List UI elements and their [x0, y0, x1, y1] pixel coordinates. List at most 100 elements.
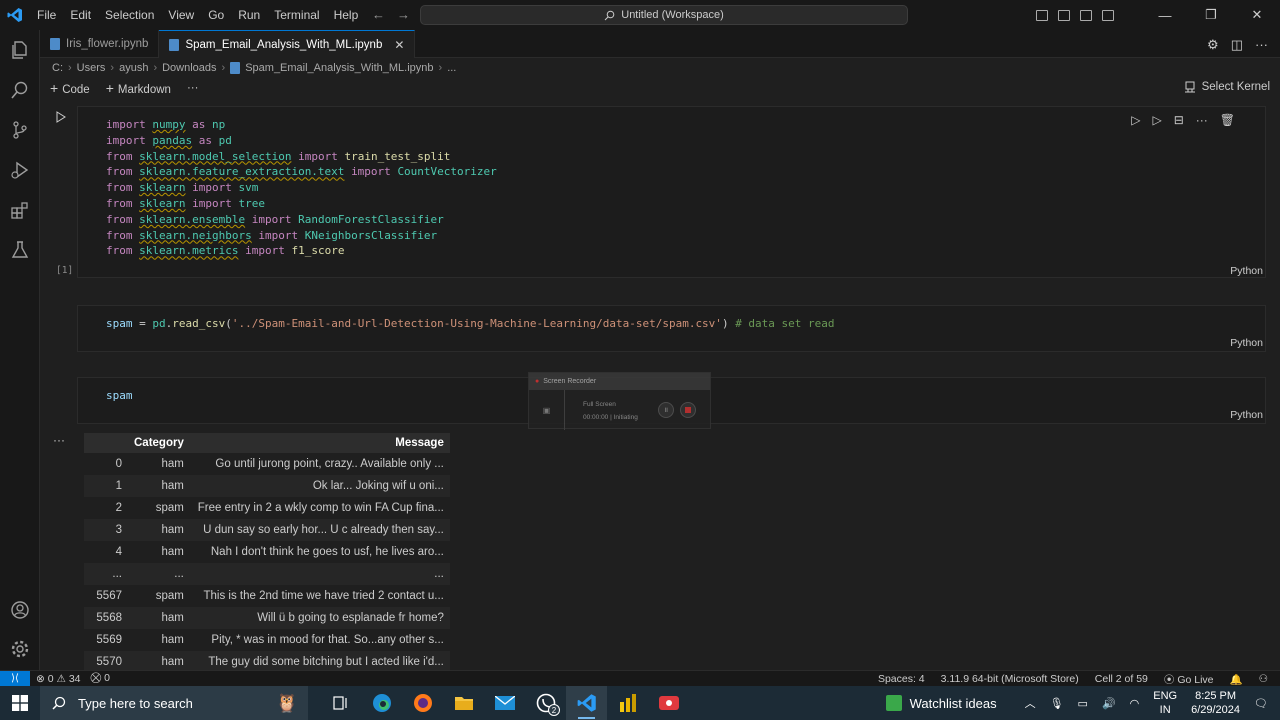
minimize-button[interactable]: —	[1142, 8, 1188, 23]
notebook-editor: ▷ ▷ ⊟ ··· 🗑 import numpy as np import pa…	[40, 100, 1280, 673]
language-indicator[interactable]: ENG IN	[1153, 689, 1177, 717]
tab-spam-email-analysis[interactable]: Spam_Email_Analysis_With_ML.ipynb ✕	[159, 30, 416, 58]
command-center[interactable]: Untitled (Workspace)	[420, 5, 908, 25]
maximize-button[interactable]: ❐	[1188, 7, 1234, 23]
toggle-panel-icon[interactable]	[1058, 9, 1070, 21]
run-cell-icon[interactable]	[56, 111, 66, 123]
recorder-camera-icon[interactable]: ▣	[529, 390, 565, 430]
stop-button[interactable]	[680, 402, 696, 418]
mail-icon[interactable]	[484, 686, 525, 720]
ports-status[interactable]: ⛒ 0	[91, 672, 110, 685]
row-index: 5567	[96, 590, 122, 602]
close-tab-icon[interactable]: ✕	[394, 38, 404, 52]
battery-icon[interactable]: ▭	[1078, 697, 1088, 710]
more-toolbar-icon[interactable]: ···	[187, 82, 199, 94]
breadcrumb-item[interactable]: Spam_Email_Analysis_With_ML.ipynb	[245, 62, 433, 74]
select-kernel-button[interactable]: Select Kernel	[1184, 81, 1270, 93]
settings-gear-icon[interactable]: ⚙	[1207, 37, 1219, 53]
screen-recorder-taskbar-icon[interactable]	[648, 686, 689, 720]
menu-edit[interactable]: Edit	[63, 8, 98, 22]
pause-button[interactable]: ॥	[658, 402, 674, 418]
accounts-icon[interactable]	[8, 598, 32, 622]
notification-center-icon[interactable]: 🗨	[1254, 697, 1268, 710]
split-editor-icon[interactable]: ◫	[1231, 37, 1243, 53]
power-bi-icon[interactable]	[607, 686, 648, 720]
add-markdown-label: Markdown	[117, 84, 171, 96]
windows-taskbar: Type here to search 🦉 2 Watchlist ideas …	[0, 686, 1280, 720]
source-control-icon[interactable]	[8, 118, 32, 142]
breadcrumb-item[interactable]: C:	[52, 62, 63, 74]
breadcrumb-item[interactable]: ayush	[119, 62, 148, 74]
edge-browser-icon[interactable]	[361, 686, 402, 720]
output-more-icon[interactable]: ···	[53, 433, 65, 447]
cell-toolbar: ▷ ▷ ⊟ ··· 🗑	[1131, 113, 1235, 127]
menu-go[interactable]: Go	[201, 8, 231, 22]
table-header-row: Category Message	[84, 433, 450, 453]
wifi-icon[interactable]: ◠	[1130, 697, 1140, 710]
menu-help[interactable]: Help	[327, 8, 366, 22]
cell-language-label[interactable]: Python	[1230, 409, 1263, 421]
go-live-button[interactable]: ⦿ Go Live	[1164, 672, 1214, 687]
menu-run[interactable]: Run	[231, 8, 267, 22]
menu-file[interactable]: File	[30, 8, 63, 22]
more-actions-icon[interactable]: ···	[1255, 37, 1268, 53]
menu-selection[interactable]: Selection	[98, 8, 161, 22]
code-editor[interactable]: spam = pd.read_csv('../Spam-Email-and-Ur…	[78, 306, 1265, 332]
explorer-icon[interactable]	[8, 38, 32, 62]
breadcrumb-item[interactable]: Users	[77, 62, 106, 74]
extensions-icon[interactable]	[8, 198, 32, 222]
copilot-icon[interactable]: ⚇	[1259, 673, 1268, 685]
add-code-cell-button[interactable]: + Code	[50, 80, 90, 96]
task-view-icon[interactable]	[320, 686, 361, 720]
cell-position-status[interactable]: Cell 2 of 59	[1095, 673, 1148, 685]
table-row: .........	[84, 563, 450, 585]
taskbar-search-box[interactable]: Type here to search 🦉	[40, 686, 308, 720]
run-debug-icon[interactable]	[8, 158, 32, 182]
run-below-icon[interactable]: ▷	[1152, 113, 1161, 127]
manage-gear-icon[interactable]	[8, 637, 32, 661]
code-cell[interactable]: spam = pd.read_csv('../Spam-Email-and-Ur…	[77, 305, 1266, 352]
file-explorer-icon[interactable]	[443, 686, 484, 720]
taskbar-apps: 2	[320, 686, 689, 720]
back-arrow-icon[interactable]: ←	[372, 7, 385, 22]
breadcrumb-item[interactable]: Downloads	[162, 62, 216, 74]
run-above-icon[interactable]: ▷	[1131, 113, 1140, 127]
toggle-secondary-sidebar-icon[interactable]	[1080, 9, 1092, 21]
breadcrumb-item[interactable]: ...	[447, 62, 456, 74]
notifications-bell-icon[interactable]: 🔔	[1230, 673, 1243, 686]
problems-status[interactable]: ⊗ 0 ⚠ 34	[36, 673, 81, 685]
customize-layout-icon[interactable]	[1102, 9, 1114, 21]
firefox-icon[interactable]	[402, 686, 443, 720]
row-index: 5569	[96, 634, 122, 646]
interpreter-status[interactable]: 3.11.9 64-bit (Microsoft Store)	[941, 673, 1079, 685]
toggle-sidebar-icon[interactable]	[1036, 9, 1048, 21]
screen-recorder-widget[interactable]: ● Screen Recorder ▣ Full Screen 00:00:00…	[528, 372, 711, 430]
whatsapp-icon[interactable]: 2	[525, 686, 566, 720]
testing-flask-icon[interactable]	[8, 238, 32, 262]
watchlist-widget[interactable]: Watchlist ideas	[885, 695, 997, 711]
indentation-status[interactable]: Spaces: 4	[878, 673, 925, 685]
close-window-button[interactable]: ✕	[1234, 7, 1280, 23]
tab-label: Spam_Email_Analysis_With_ML.ipynb	[185, 38, 383, 51]
delete-cell-icon[interactable]: 🗑	[1220, 113, 1235, 127]
cell-language-label[interactable]: Python	[1230, 265, 1263, 277]
forward-arrow-icon[interactable]: →	[397, 7, 410, 22]
cell-more-icon[interactable]: ···	[1196, 113, 1208, 127]
cell-language-label[interactable]: Python	[1230, 337, 1263, 349]
clock[interactable]: 8:25 PM 6/29/2024	[1191, 689, 1240, 717]
show-hidden-icons-icon[interactable]: ︿	[1025, 695, 1036, 711]
search-icon[interactable]	[8, 78, 32, 102]
add-markdown-cell-button[interactable]: + Markdown	[106, 80, 171, 96]
vscode-taskbar-icon[interactable]	[566, 686, 607, 720]
split-cell-icon[interactable]: ⊟	[1174, 113, 1184, 127]
volume-icon[interactable]: 🔊	[1102, 697, 1116, 710]
microphone-icon[interactable]: 🎙	[1050, 697, 1064, 710]
code-cell[interactable]: ▷ ▷ ⊟ ··· 🗑 import numpy as np import pa…	[77, 106, 1266, 278]
menu-bar: File Edit Selection View Go Run Terminal…	[30, 8, 365, 22]
code-editor[interactable]: import numpy as np import pandas as pd f…	[78, 107, 1265, 259]
menu-terminal[interactable]: Terminal	[267, 8, 326, 22]
remote-indicator-icon[interactable]: ⟩⟨	[0, 670, 30, 687]
menu-view[interactable]: View	[161, 8, 201, 22]
tab-iris-flower[interactable]: Iris_flower.ipynb	[40, 30, 160, 58]
windows-start-icon[interactable]	[0, 686, 40, 720]
